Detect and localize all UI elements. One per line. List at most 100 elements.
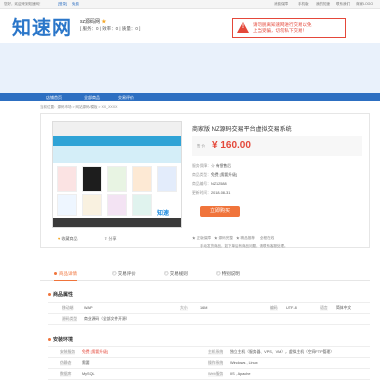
shop-nav: 店铺首页 全部商品 交易评价 <box>0 93 380 101</box>
attr-key: 移动端 <box>62 306 74 311</box>
row-code: 商品编号：NZ12588 <box>192 182 227 187</box>
attr-value: 16M <box>200 306 208 310</box>
attr-key: 语言 <box>320 306 328 311</box>
row-updated-value: 2018-08-31 <box>210 191 231 195</box>
tag-1: ★ 正版保障 <box>192 236 211 240</box>
attr-value: 商业源码（全部文件开源） <box>84 317 130 321</box>
section-attributes-label: 商品属性 <box>53 292 74 298</box>
star-icon: ★ <box>101 19 107 25</box>
row-service: 服务保障：☆ 有偿售后 <box>192 164 231 169</box>
tab-reviews[interactable]: ◎ 交易评价 <box>112 271 136 277</box>
guarantee-tags: ★ 正版保障 ★ 源码完整 ★ 精品推荐 全程在线 <box>192 236 274 241</box>
attr-value: UTF-8 <box>286 306 297 310</box>
row-service-label: 服务保障： <box>192 164 211 168</box>
row-type: 商品类型：免费 [需要升级] <box>192 173 237 178</box>
attr-key: 大小 <box>180 306 188 311</box>
top-link-guarantee[interactable]: 消费保障 <box>274 2 288 7</box>
favorite-label: 收藏商品 <box>61 236 78 241</box>
product-screenshot[interactable]: 知速 <box>52 121 182 228</box>
breadcrumb: 当前位置：源码市场 > 网站源码/模板 > XX_XXXX <box>40 105 118 109</box>
table-row: 安装服务 免费 [需要升级] 主机系统 独立主机（服务器、VPS、VM），虚拟主… <box>48 347 370 358</box>
tab-rules-label: 交易规则 <box>169 271 188 276</box>
env-key: 安装服务 <box>60 350 76 355</box>
shop-banner <box>0 43 380 93</box>
register-link[interactable]: 免费 <box>72 2 79 7</box>
nav-item-reviews[interactable]: 交易评价 <box>118 95 134 101</box>
environment-table: 安装服务 免费 [需要升级] 主机系统 独立主机（服务器、VPS、VM），虚拟主… <box>48 346 370 380</box>
shop-scores: [ 服务：0 | 效率：0 | 质量：0 ] <box>80 26 141 31</box>
table-row: 数据库 MySQL Web服务 IIS , Apache <box>48 369 370 380</box>
tab-details-label: 商品详情 <box>59 271 77 276</box>
row-updated-label: 更新时间： <box>192 191 211 195</box>
tab-details[interactable]: 商品详情 <box>54 271 77 281</box>
share-button[interactable]: ⇪ 分享 <box>104 236 116 242</box>
env-value: 独立主机（服务器、VPS、VM），虚拟主机（空间FTP管理） <box>230 350 334 354</box>
top-link-mobile[interactable]: 手机版 <box>298 2 309 7</box>
top-link-merchant[interactable]: 商家LOGO <box>356 2 373 7</box>
tag-2: ★ 源码完整 <box>213 236 233 240</box>
tab-reviews-label: 交易评价 <box>117 271 136 276</box>
attr-value: WAP <box>84 306 93 310</box>
section-icon <box>48 338 51 341</box>
price-label: 售 价 <box>197 144 205 148</box>
env-value: MySQL <box>82 372 95 376</box>
greeting-text: 您好，欢迎来到知速网！ <box>4 2 43 6</box>
row-type-value: 免费 <box>210 173 219 177</box>
top-bar: 您好，欢迎来到知速网！ [登录] 免费 消费保障 手机版 我的知速 联系我们 商… <box>0 0 380 9</box>
env-value: 需要 <box>82 361 90 365</box>
env-key: 操作系统 <box>208 361 224 366</box>
env-key: Web服务 <box>208 372 224 377</box>
details-icon <box>54 272 57 275</box>
login-link[interactable]: [登录] <box>58 2 67 7</box>
notice-line-2: 上当受骗，切勿私下交易！ <box>253 28 307 33</box>
price-box: 售 价 ¥ 160.00 <box>192 136 362 156</box>
row-type-label: 商品类型： <box>192 173 211 177</box>
top-link-contact[interactable]: 联系我们 <box>336 2 350 7</box>
tab-rules[interactable]: ◎ 交易规则 <box>164 271 188 277</box>
nav-item-all[interactable]: 全部商品 <box>84 95 100 101</box>
env-value: Windows , Linux <box>230 361 258 365</box>
row-type-extra: [需要升级] <box>219 173 237 177</box>
warning-notice: 请勿脱离知速网进行交易以免上当受骗，切勿私下交易！ <box>232 18 346 38</box>
shop-name: sz源码网 ★ <box>80 18 106 25</box>
table-row: 伪静态 需要 操作系统 Windows , Linux <box>48 358 370 369</box>
share-icon: ⇪ <box>104 236 108 241</box>
shop-name-text[interactable]: sz源码网 <box>80 19 100 25</box>
table-row: 移动端 WAP 大小 16M 编码 UTF-8 语言 简体中文 <box>48 303 370 314</box>
attr-key: 编码 <box>270 306 278 311</box>
top-link-account[interactable]: 我的知速 <box>316 2 330 7</box>
attributes-table: 移动端 WAP 大小 16M 编码 UTF-8 语言 简体中文 源码类型 商业源… <box>48 302 370 325</box>
env-value: 免费 [需要升级] <box>82 350 108 354</box>
section-attributes-title: 商品属性 <box>48 291 73 298</box>
section-environment-label: 安装环境 <box>53 337 74 343</box>
section-environment-title: 安装环境 <box>48 336 73 343</box>
row-updated: 更新时间：2018-08-31 <box>192 191 230 196</box>
env-key: 伪静态 <box>60 361 72 366</box>
attr-value: 简体中文 <box>336 306 352 310</box>
warning-icon <box>237 22 249 33</box>
heart-icon: ♥ <box>58 236 61 241</box>
site-logo[interactable]: 知速网 <box>12 13 72 40</box>
section-icon <box>48 293 51 296</box>
nav-item-home[interactable]: 店铺首页 <box>46 95 62 101</box>
env-value: IIS , Apache <box>230 372 251 376</box>
buy-now-button[interactable]: 立即购买 <box>200 206 240 217</box>
delivery-note: 手动发货商品，如下单后有商品问题，请联系客服处理。 <box>200 244 288 248</box>
product-title: 商家版 NZ源码交易平台虚拟交易系统 <box>192 127 292 133</box>
tag-4: 全程在线 <box>259 236 275 240</box>
share-label: 分享 <box>108 236 117 241</box>
tab-notes[interactable]: ◎ 特别说明 <box>216 271 240 277</box>
row-code-value: NZ12588 <box>210 182 227 186</box>
env-key: 数据库 <box>60 372 72 377</box>
detail-tabs: 商品详情 ◎ 交易评价 ◎ 交易规则 ◎ 特别说明 <box>40 267 370 281</box>
favorite-button[interactable]: ♥ 收藏商品 <box>58 236 78 242</box>
table-row: 源码类型 商业源码（全部文件开源） <box>48 314 370 325</box>
env-key: 主机系统 <box>208 350 224 355</box>
tab-notes-label: 特别说明 <box>221 271 240 276</box>
price-value: ¥ 160.00 <box>212 140 251 151</box>
tag-3: ★ 精品推荐 <box>235 236 255 240</box>
watermark-logo: 知速 <box>157 211 170 217</box>
row-code-label: 商品编号： <box>192 182 211 186</box>
attr-key: 源码类型 <box>62 317 78 322</box>
row-service-value: ☆ 有偿售后 <box>210 164 232 168</box>
